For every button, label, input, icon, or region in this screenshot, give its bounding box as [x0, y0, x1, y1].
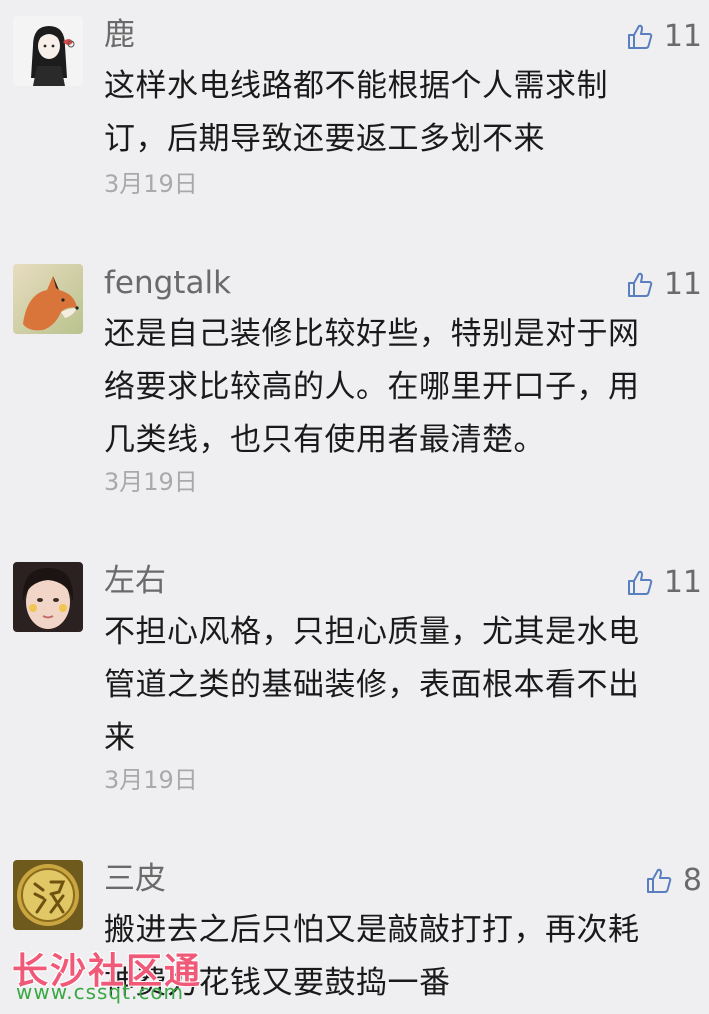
thumbs-up-icon [627, 272, 653, 297]
comment-username[interactable]: 鹿 [104, 16, 135, 54]
comment-text: 还是自己装修比较好些，特别是对于网 络要求比较高的人。在哪里开口子，用 几类线，也只… [104, 308, 699, 467]
comment-line: 管道之类的基础装修，表面根本看不出 [104, 667, 640, 703]
comment-line: 不担心风格，只担心质量，尤其是水电 [104, 614, 640, 650]
face-avatar-icon [13, 562, 83, 632]
like-button[interactable]: 11 [626, 19, 702, 55]
like-count: 8 [682, 863, 702, 898]
comment-username[interactable]: 左右 [104, 562, 166, 600]
comment-line: 几类线，也只有使用者最清楚。 [104, 422, 545, 458]
thumbs-up-icon [646, 868, 672, 893]
comment-line: 络要求比较高的人。在哪里开口子，用 [104, 369, 640, 405]
thumbs-up-icon [627, 24, 653, 49]
avatar[interactable] [13, 264, 83, 334]
watermark: 长沙社区通 www.cssqt.com [12, 942, 242, 1012]
avatar[interactable] [13, 16, 83, 86]
comment-date: 3月19日 [104, 170, 198, 198]
thumbs-up-icon [627, 570, 653, 595]
comment-date: 3月19日 [104, 468, 198, 496]
comment-text: 这样水电线路都不能根据个人需求制 订，后期导致还要返工多划不来 [104, 60, 699, 166]
like-count: 11 [663, 267, 702, 302]
watermark-url: www.cssqt.com [16, 980, 185, 1004]
comment-line: 订，后期导致还要返工多划不来 [104, 121, 545, 157]
comments-page: 鹿 11 这样水电线路都不能根据个人需求制 订，后期导致还要返工多划不来 3月19… [0, 0, 709, 1014]
avatar[interactable] [13, 562, 83, 632]
fox-avatar-icon [13, 264, 83, 334]
comment-username[interactable]: 三皮 [104, 860, 166, 898]
like-button[interactable]: 11 [626, 267, 702, 303]
like-button[interactable]: 11 [626, 565, 702, 601]
gold-coin-avatar-icon [13, 860, 83, 930]
comment-line: 还是自己装修比较好些，特别是对于网 [104, 316, 640, 352]
comment-username[interactable]: fengtalk [104, 264, 231, 302]
girl-avatar-icon [13, 16, 83, 86]
avatar[interactable] [13, 860, 83, 930]
comment-date: 3月19日 [104, 766, 198, 794]
comment-line: 来 [104, 720, 136, 756]
comment-line: 这样水电线路都不能根据个人需求制 [104, 68, 608, 104]
like-button[interactable]: 8 [645, 863, 702, 899]
comment-text: 不担心风格，只担心质量，尤其是水电 管道之类的基础装修，表面根本看不出来 [104, 606, 699, 765]
like-count: 11 [663, 565, 702, 600]
like-count: 11 [663, 19, 702, 54]
